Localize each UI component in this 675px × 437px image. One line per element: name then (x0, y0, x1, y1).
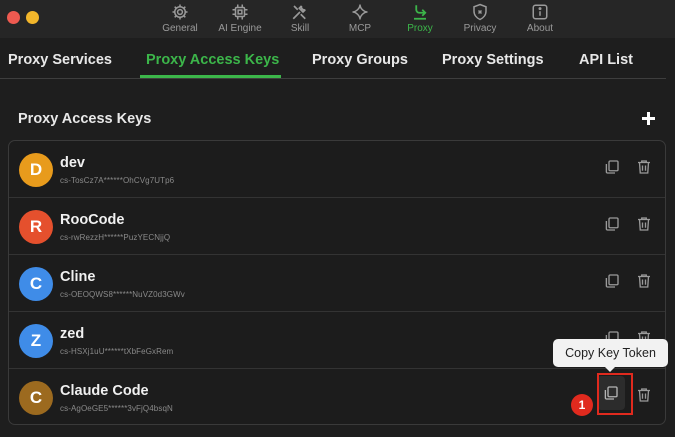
avatar: R (19, 210, 53, 244)
copy-icon (605, 217, 619, 231)
copy-key-button[interactable] (603, 272, 621, 290)
delete-key-button[interactable] (635, 215, 653, 233)
avatar: Z (19, 324, 53, 358)
info-icon (531, 3, 549, 21)
topnav-about-label: About (526, 23, 554, 34)
sparkle-icon (351, 3, 369, 21)
copy-key-button[interactable] (603, 215, 621, 233)
avatar: C (19, 381, 53, 415)
delete-key-button[interactable] (635, 272, 653, 290)
topnav-privacy[interactable]: Privacy (450, 0, 510, 38)
tooltip-arrow (604, 366, 616, 372)
annotation-highlight-box (597, 373, 633, 415)
proxy-tabs: Proxy Services Proxy Access Keys Proxy G… (0, 38, 666, 79)
topnav-proxy-label: Proxy (407, 23, 433, 34)
topnav-general[interactable]: General (150, 0, 210, 38)
key-token: cs-HSXj1uU******tXbFeGxRem (60, 347, 174, 356)
trash-icon (638, 388, 650, 402)
chip-icon (231, 3, 249, 21)
tab-proxy-groups[interactable]: Proxy Groups (312, 52, 408, 68)
close-window-button[interactable] (7, 11, 20, 24)
topnav-ai-engine[interactable]: AI Engine (210, 0, 270, 38)
tab-proxy-access-keys[interactable]: Proxy Access Keys (146, 52, 279, 68)
minimize-window-button[interactable] (26, 11, 39, 24)
copy-icon (605, 160, 619, 174)
topnav-privacy-label: Privacy (463, 23, 497, 34)
key-token: cs-OEOQWS8******NuVZ0d3GWv (60, 290, 185, 299)
topnav-skill[interactable]: Skill (270, 0, 330, 38)
key-token: cs-rwRezzH******PuzYECNjjQ (60, 233, 171, 242)
delete-key-button[interactable] (635, 386, 653, 404)
proxy-icon (411, 3, 429, 21)
annotation-step-badge: 1 (571, 394, 593, 416)
topnav-skill-label: Skill (290, 23, 310, 34)
top-navigation: General AI Engine Skill MCP Proxy Privac… (150, 0, 570, 38)
topnav-mcp[interactable]: MCP (330, 0, 390, 38)
trash-icon (638, 274, 650, 288)
list-item: C Claude Code cs-AgOeGE5******3vFjQ4bsqN (9, 369, 665, 424)
avatar: D (19, 153, 53, 187)
topnav-ai-engine-label: AI Engine (218, 23, 262, 34)
trash-icon (638, 160, 650, 174)
copy-key-tooltip: Copy Key Token (553, 339, 668, 367)
active-tab-indicator (140, 75, 281, 78)
title-bar: General AI Engine Skill MCP Proxy Privac… (0, 0, 675, 38)
key-name: dev (60, 155, 85, 171)
copy-key-button[interactable] (603, 158, 621, 176)
list-item: D dev cs-TosCz7A******OhCVg7UTp6 (9, 141, 665, 198)
tab-api-list[interactable]: API List (579, 52, 633, 68)
tab-proxy-settings[interactable]: Proxy Settings (442, 52, 544, 68)
trash-icon (638, 217, 650, 231)
key-token: cs-AgOeGE5******3vFjQ4bsqN (60, 404, 173, 413)
gear-icon (171, 3, 189, 21)
key-name: Cline (60, 269, 96, 285)
access-key-list: D dev cs-TosCz7A******OhCVg7UTp6 R RooCo… (8, 140, 666, 425)
key-token: cs-TosCz7A******OhCVg7UTp6 (60, 176, 175, 185)
list-item: R RooCode cs-rwRezzH******PuzYECNjjQ (9, 198, 665, 255)
topnav-general-label: General (162, 23, 198, 34)
topnav-mcp-label: MCP (348, 23, 372, 34)
shield-icon (471, 3, 489, 21)
section-title: Proxy Access Keys (18, 111, 152, 127)
delete-key-button[interactable] (635, 158, 653, 176)
copy-icon (605, 274, 619, 288)
key-name: zed (60, 326, 85, 342)
key-name: Claude Code (60, 383, 149, 399)
topnav-proxy[interactable]: Proxy (390, 0, 450, 38)
list-item: C Cline cs-OEOQWS8******NuVZ0d3GWv (9, 255, 665, 312)
topnav-about[interactable]: About (510, 0, 570, 38)
tools-icon (291, 3, 309, 21)
key-name: RooCode (60, 212, 125, 228)
tab-proxy-services[interactable]: Proxy Services (8, 52, 112, 68)
add-key-button[interactable] (640, 110, 658, 128)
avatar: C (19, 267, 53, 301)
